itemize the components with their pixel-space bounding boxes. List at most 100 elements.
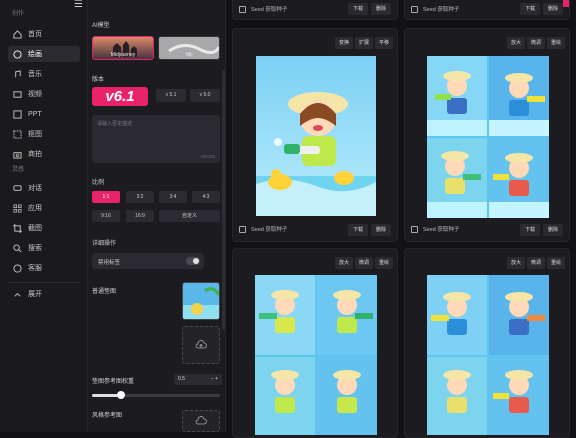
chevron-up-icon	[12, 289, 22, 299]
seed-link[interactable]: Seed 获取种子	[411, 5, 459, 13]
card-toolbar: 放大 微调 重绘	[506, 257, 565, 269]
nav-expand[interactable]: 展开	[8, 286, 80, 302]
style-upload-area[interactable]	[182, 410, 220, 432]
ratio-option[interactable]: 16:9	[126, 210, 154, 222]
nav-item-music[interactable]: 音乐	[8, 66, 80, 82]
girl-water-gun-grid	[427, 275, 549, 435]
upload-area[interactable]	[182, 326, 220, 364]
copy-icon	[239, 225, 246, 233]
redraw-button[interactable]: 重绘	[374, 257, 393, 269]
ratio-label: 比例	[92, 180, 105, 186]
nav-item-product-shoot[interactable]: 商拍	[8, 146, 80, 162]
girl-water-gun-grid	[427, 56, 549, 218]
ref-image	[183, 283, 219, 319]
generated-image-grid[interactable]	[427, 56, 549, 218]
slider-fill	[92, 394, 120, 397]
ref-weight-value: 0.5	[178, 376, 185, 382]
upscale-button[interactable]: 放大	[506, 257, 525, 269]
nav-item-screenshot[interactable]: 截图	[8, 220, 80, 236]
slider-knob[interactable]	[117, 391, 125, 399]
nav-item-label: 首页	[28, 31, 42, 38]
nav-item-chat[interactable]: 对话	[8, 180, 80, 196]
stepper-icon[interactable]: − +	[211, 374, 218, 385]
nav-item-cutout[interactable]: 抠图	[8, 126, 80, 142]
ratio-option[interactable]: 1:1	[92, 191, 120, 203]
ref-image-label: 普通垫图	[92, 289, 117, 295]
delete-button[interactable]: 删除	[542, 224, 563, 236]
prompt-char-count: 0/2000	[201, 154, 215, 159]
gallery: Seed 获取种子 下载 删除 Seed 获取种子 下载 删除 变换 扩展 平移	[226, 0, 576, 438]
ratio-option[interactable]: 3:4	[159, 191, 187, 203]
seed-link[interactable]: Seed 获取种子	[411, 225, 459, 233]
delete-button[interactable]: 删除	[542, 3, 563, 15]
ref-image-thumbnail[interactable]	[182, 282, 220, 320]
upscale-button[interactable]: 放大	[506, 37, 525, 49]
vary-button[interactable]: 变换	[334, 37, 353, 49]
menu-icon[interactable]: ☰	[74, 0, 84, 10]
nav-section-inspire: 灵感	[12, 167, 25, 173]
disable-tags-label: 禁用标签	[98, 260, 121, 266]
nav-item-home[interactable]: 首页	[8, 26, 80, 42]
nav-expand-label: 展开	[28, 291, 42, 298]
style-ref-label: 风格参考图	[92, 413, 123, 419]
generated-image-grid[interactable]	[255, 275, 377, 435]
card-top-left: Seed 获取种子 下载 删除	[232, 0, 398, 20]
download-button[interactable]: 下载	[519, 224, 540, 236]
nav-item-ppt[interactable]: PPT	[8, 106, 80, 122]
generated-image-grid[interactable]	[427, 275, 549, 435]
grid-icon	[12, 203, 22, 213]
camera-icon	[12, 149, 22, 159]
zoom-out-button[interactable]: 扩展	[354, 37, 373, 49]
ref-weight-slider[interactable]	[92, 391, 220, 399]
girl-water-gun-image	[256, 56, 376, 216]
model-label: AI模型	[92, 23, 110, 29]
prompt-placeholder: 请输入否定描述	[97, 121, 133, 127]
version-current[interactable]: v6.1	[92, 87, 148, 106]
nav-item-draw[interactable]: 绘画	[8, 46, 80, 62]
fine-tune-button[interactable]: 微调	[526, 37, 545, 49]
disable-tags-toggle[interactable]	[186, 257, 200, 265]
ratio-custom-button[interactable]: 自定义	[159, 210, 220, 222]
download-button[interactable]: 下载	[347, 224, 368, 236]
version-option[interactable]: v 5.0	[190, 89, 220, 102]
nav-item-support[interactable]: 客服	[8, 260, 80, 276]
nav-item-apps[interactable]: 应用	[8, 200, 80, 216]
negative-prompt-input[interactable]: 请输入否定描述 0/2000	[92, 115, 220, 163]
delete-button[interactable]: 删除	[370, 3, 391, 15]
delete-button[interactable]: 删除	[370, 224, 391, 236]
nav-item-video[interactable]: 视频	[8, 86, 80, 102]
copy-icon	[411, 5, 418, 13]
panel-scrollbar[interactable]	[222, 70, 225, 330]
seed-link[interactable]: Seed 获取种子	[239, 5, 287, 13]
model-option-niji[interactable]: Niji	[158, 36, 220, 60]
video-icon	[12, 89, 22, 99]
ref-weight-input[interactable]: 0.5 − +	[174, 374, 222, 385]
ratio-option[interactable]: 3:2	[126, 191, 154, 203]
cloud-upload-icon	[195, 416, 207, 425]
nav-item-label: 绘画	[28, 51, 42, 58]
nav-item-search[interactable]: 搜索	[8, 240, 80, 256]
nav-item-label: 截图	[28, 225, 42, 232]
generated-image[interactable]	[256, 56, 376, 216]
fine-tune-button[interactable]: 微调	[526, 257, 545, 269]
nav-item-label: PPT	[28, 110, 42, 118]
version-option[interactable]: v 5.1	[156, 89, 186, 102]
help-icon	[12, 263, 22, 273]
upscale-button[interactable]: 放大	[334, 257, 353, 269]
nav-divider	[8, 282, 80, 283]
nav-item-label: 应用	[28, 205, 42, 212]
redraw-button[interactable]: 重绘	[546, 257, 565, 269]
image-card: 放大 微调 重绘	[404, 28, 570, 242]
model-name: Midjourney	[110, 52, 136, 58]
pan-button[interactable]: 平移	[374, 37, 393, 49]
ratio-option[interactable]: 9:16	[92, 210, 120, 222]
download-button[interactable]: 下载	[347, 3, 368, 15]
seed-link[interactable]: Seed 获取种子	[239, 225, 287, 233]
fine-tune-button[interactable]: 微调	[354, 257, 373, 269]
nav-item-label: 对话	[28, 185, 42, 192]
ratio-option[interactable]: 4:3	[192, 191, 220, 203]
nav-item-label: 视频	[28, 91, 42, 98]
download-button[interactable]: 下载	[519, 3, 540, 15]
redraw-button[interactable]: 重绘	[546, 37, 565, 49]
model-option-midjourney[interactable]: Midjourney	[92, 36, 154, 60]
